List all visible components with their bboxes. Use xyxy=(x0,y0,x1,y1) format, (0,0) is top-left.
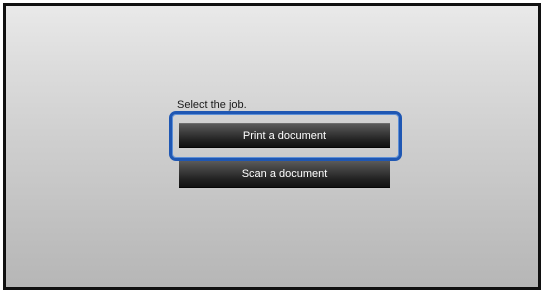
select-job-prompt: Select the job. xyxy=(177,99,247,111)
scan-document-button[interactable]: Scan a document xyxy=(179,160,390,188)
print-document-button[interactable]: Print a document xyxy=(179,123,390,148)
touch-screen: Select the job. Print a document Scan a … xyxy=(6,6,538,287)
